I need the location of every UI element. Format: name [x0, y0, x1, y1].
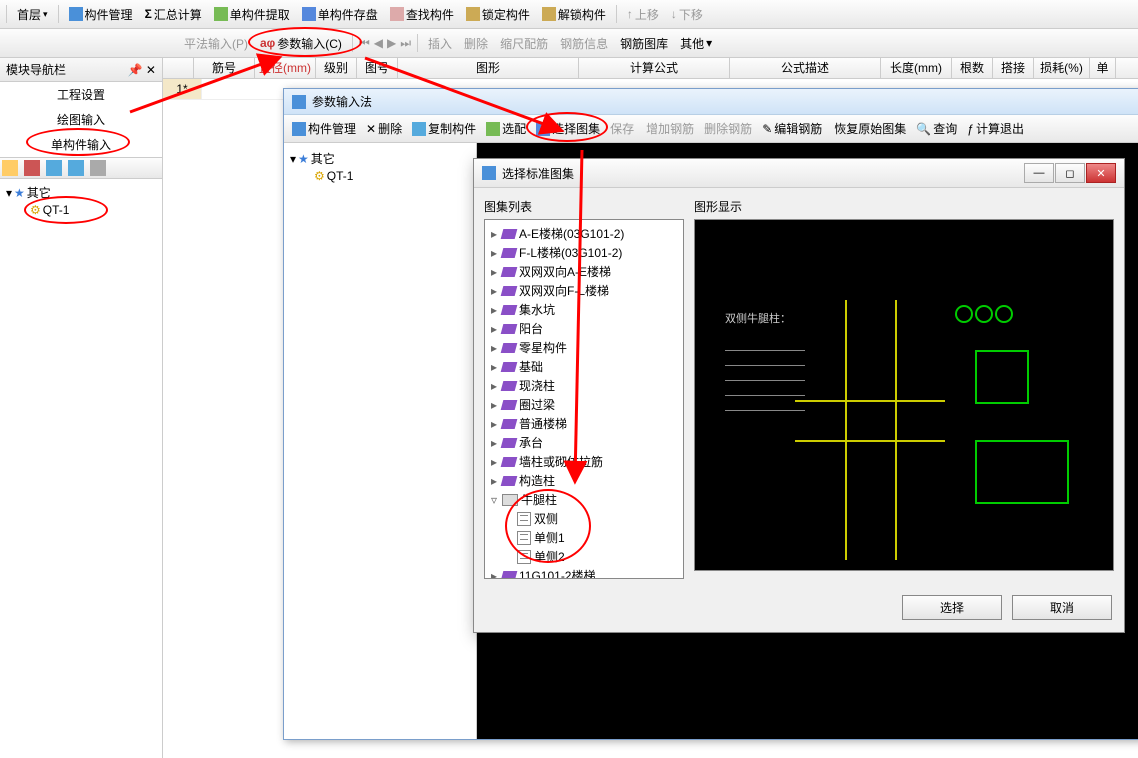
- dlg-cancel-button[interactable]: 取消: [1012, 595, 1112, 620]
- sw-delete[interactable]: ✕ 删除: [362, 118, 406, 139]
- tb-up: ↑ 上移: [623, 4, 663, 25]
- atlas-item[interactable]: ▸双网双向A-E楼梯: [489, 262, 679, 281]
- main-toolbar-1: 首层 ▾ 构件管理 Σ 汇总计算 单构件提取 单构件存盘 查找构件 锁定构件 解…: [0, 0, 1138, 29]
- nav-mini-toolbar: [0, 158, 162, 179]
- atlas-item[interactable]: ▸圈过梁: [489, 395, 679, 414]
- preview-canvas[interactable]: 双侧牛腿柱：: [694, 219, 1114, 571]
- tb-param-input[interactable]: aφ 参数输入(C): [256, 33, 346, 54]
- dlg-icon: [482, 166, 496, 180]
- mini-new-icon[interactable]: [2, 160, 18, 176]
- tree-child-qt1[interactable]: ⚙ QT-1: [6, 202, 156, 218]
- atlas-item[interactable]: ▸11G101-2楼梯: [489, 566, 679, 579]
- col-count[interactable]: 根数: [952, 58, 993, 78]
- tb-extract[interactable]: 单构件提取: [210, 4, 294, 25]
- row-header-1[interactable]: 1*: [163, 79, 202, 99]
- col-fig-no[interactable]: 图号: [357, 58, 398, 78]
- mini-copy-icon[interactable]: [46, 160, 62, 176]
- tb-scale: 缩尺配筋: [496, 33, 552, 54]
- tb-other[interactable]: 其他 ▾: [676, 33, 716, 54]
- col-grade[interactable]: 级别: [316, 58, 357, 78]
- floor-select[interactable]: 首层 ▾: [13, 4, 52, 25]
- atlas-item[interactable]: ▸基础: [489, 357, 679, 376]
- tb-component-manage[interactable]: 构件管理: [65, 4, 137, 25]
- col-formula[interactable]: 计算公式: [579, 58, 730, 78]
- atlas-item[interactable]: ▸现浇柱: [489, 376, 679, 395]
- sw-select-atlas[interactable]: 选择图集: [532, 118, 604, 139]
- dlg-titlebar[interactable]: 选择标准图集 — ◻ ✕: [474, 159, 1124, 188]
- atlas-list[interactable]: ▸A-E楼梯(03G101-2) ▸F-L楼梯(03G101-2) ▸双网双向A…: [484, 219, 684, 579]
- tb-lock[interactable]: 锁定构件: [462, 4, 534, 25]
- atlas-list-label: 图集列表: [484, 198, 684, 215]
- nav-tree: ▾ ★ 其它 ⚙ QT-1: [0, 179, 162, 758]
- atlas-item-open[interactable]: ▿牛腿柱: [489, 490, 679, 509]
- param-win-title[interactable]: 参数输入法: [284, 89, 1138, 115]
- nav-title: 模块导航栏 📌 ✕: [0, 58, 162, 82]
- dlg-max-button[interactable]: ◻: [1055, 163, 1085, 183]
- mini-del-icon[interactable]: [24, 160, 40, 176]
- tb-sum-calc[interactable]: Σ 汇总计算: [141, 4, 206, 25]
- grid-area: 筋号 直径(mm) 级别 图号 图形 计算公式 公式描述 长度(mm) 根数 搭…: [163, 58, 1138, 758]
- sw-edit-rebar[interactable]: ✎ 编辑钢筋: [758, 118, 826, 139]
- atlas-sub-item[interactable]: 单侧2: [489, 547, 679, 566]
- nav-opt-single[interactable]: 单构件输入: [0, 132, 162, 157]
- atlas-item[interactable]: ▸双网双向F-L楼梯: [489, 281, 679, 300]
- col-single[interactable]: 单: [1090, 58, 1116, 78]
- pin-icon[interactable]: 📌 ✕: [128, 63, 156, 77]
- col-length[interactable]: 长度(mm): [881, 58, 952, 78]
- col-loss[interactable]: 损耗(%): [1034, 58, 1090, 78]
- atlas-item[interactable]: ▸墙柱或砌体拉筋: [489, 452, 679, 471]
- tb-unlock[interactable]: 解锁构件: [538, 4, 610, 25]
- atlas-item[interactable]: ▸普通楼梯: [489, 414, 679, 433]
- dlg-ok-button[interactable]: 选择: [902, 595, 1002, 620]
- param-win-tree: ▾ ★ 其它 ⚙ QT-1: [284, 143, 477, 739]
- col-lap[interactable]: 搭接: [993, 58, 1034, 78]
- tb-find[interactable]: 查找构件: [386, 4, 458, 25]
- tb-save-disk[interactable]: 单构件存盘: [298, 4, 382, 25]
- tb-insert: 插入: [424, 33, 456, 54]
- nav-opt-draw[interactable]: 绘图输入: [0, 107, 162, 132]
- sw-restore[interactable]: 恢复原始图集: [830, 118, 910, 139]
- tb-rebar-info: 钢筋信息: [556, 33, 612, 54]
- grid-header: 筋号 直径(mm) 级别 图号 图形 计算公式 公式描述 长度(mm) 根数 搭…: [163, 58, 1138, 79]
- col-formula-desc[interactable]: 公式描述: [730, 58, 881, 78]
- nav-panel: 模块导航栏 📌 ✕ 工程设置 绘图输入 单构件输入 ▾ ★ 其它 ⚙ QT-1: [0, 58, 163, 758]
- main-toolbar-2: 平法输入(P) aφ 参数输入(C) ⏮◀▶⏭ 插入 删除 缩尺配筋 钢筋信息 …: [0, 29, 1138, 58]
- atlas-item[interactable]: ▸构造柱: [489, 471, 679, 490]
- col-rebar-no[interactable]: 筋号: [194, 58, 255, 78]
- tb-down: ↓ 下移: [667, 4, 707, 25]
- mini-paste-icon[interactable]: [68, 160, 84, 176]
- dlg-close-button[interactable]: ✕: [1086, 163, 1116, 183]
- sw-query[interactable]: 🔍 查询: [912, 118, 961, 139]
- atlas-item[interactable]: ▸承台: [489, 433, 679, 452]
- mini-sort-icon[interactable]: [90, 160, 106, 176]
- atlas-item[interactable]: ▸集水坑: [489, 300, 679, 319]
- sw-calc-exit[interactable]: ƒ 计算退出: [963, 118, 1028, 139]
- sw-tree-root[interactable]: ▾ ★ 其它: [290, 149, 470, 168]
- atlas-item[interactable]: ▸阳台: [489, 319, 679, 338]
- atlas-sub-item[interactable]: 双侧: [489, 509, 679, 528]
- select-atlas-dialog: 选择标准图集 — ◻ ✕ 图集列表 ▸A-E楼梯(03G101-2) ▸F-L楼…: [473, 158, 1125, 633]
- tree-root[interactable]: ▾ ★ 其它: [6, 183, 156, 202]
- sw-component-manage[interactable]: 构件管理: [288, 118, 360, 139]
- param-win-toolbar: 构件管理 ✕ 删除 复制构件 选配 选择图集 保存 增加钢筋 删除钢筋 ✎ 编辑…: [284, 115, 1138, 143]
- tb-rebar-lib[interactable]: 钢筋图库: [616, 33, 672, 54]
- col-shape[interactable]: 图形: [398, 58, 579, 78]
- preview-label: 图形显示: [694, 198, 1114, 215]
- sw-copy[interactable]: 复制构件: [408, 118, 480, 139]
- col-diameter[interactable]: 直径(mm): [255, 58, 316, 78]
- app-icon: [292, 95, 306, 109]
- nav-opt-project[interactable]: 工程设置: [0, 82, 162, 107]
- atlas-item[interactable]: ▸零星构件: [489, 338, 679, 357]
- sw-save: 保存: [606, 118, 638, 139]
- atlas-sub-item[interactable]: 单侧1: [489, 528, 679, 547]
- sw-tree-child[interactable]: ⚙ QT-1: [290, 168, 470, 184]
- tb-delete: 删除: [460, 33, 492, 54]
- sw-del-rebar: 删除钢筋: [700, 118, 756, 139]
- atlas-item[interactable]: ▸A-E楼梯(03G101-2): [489, 224, 679, 243]
- sw-add-rebar: 增加钢筋: [642, 118, 698, 139]
- tb-flat-input[interactable]: 平法输入(P): [180, 33, 252, 54]
- dlg-min-button[interactable]: —: [1024, 163, 1054, 183]
- atlas-item[interactable]: ▸F-L楼梯(03G101-2): [489, 243, 679, 262]
- sw-match[interactable]: 选配: [482, 118, 530, 139]
